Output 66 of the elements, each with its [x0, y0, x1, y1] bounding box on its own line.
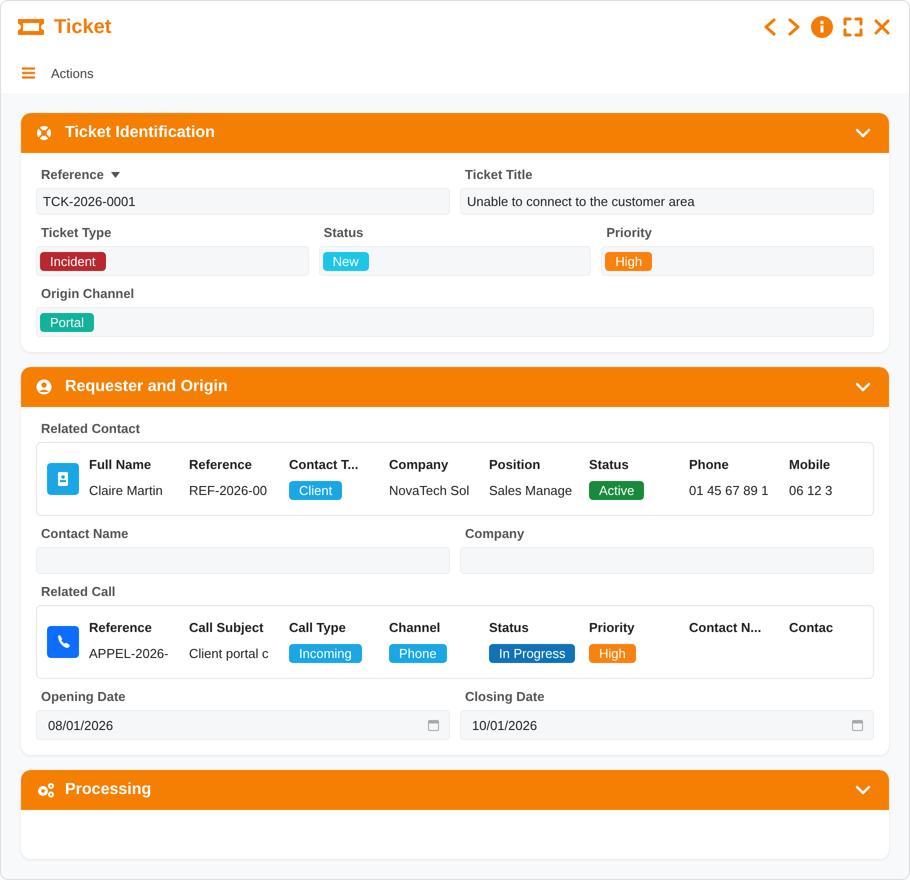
column-header: Channel — [389, 620, 442, 635]
badge: Incoming — [289, 644, 362, 662]
badge: In Progress — [489, 644, 576, 662]
caret-down-icon[interactable] — [110, 172, 120, 178]
fullscreen-icon[interactable] — [843, 17, 863, 37]
info-icon[interactable] — [811, 16, 833, 38]
cell-value: Client portal c — [189, 646, 268, 660]
field-label: Ticket Type — [41, 225, 112, 240]
column-header: Call Subject — [189, 620, 264, 635]
badge: New — [322, 252, 369, 270]
close-icon[interactable] — [873, 18, 891, 36]
field-label: Opening Date — [41, 689, 126, 704]
text-field[interactable]: TCK-2026-0001 — [36, 188, 450, 215]
field-label: Origin Channel — [41, 286, 134, 301]
column-header: Phone — [689, 457, 730, 472]
cell-value: Sales Manage — [489, 482, 572, 498]
cell-value: APPEL-2026- — [89, 646, 168, 660]
badge: Active — [589, 480, 644, 500]
column-header: Reference — [189, 457, 253, 472]
field-label: Company — [465, 526, 524, 541]
cell-value: NovaTech Sol — [389, 482, 470, 498]
field-label: Ticket Title — [465, 167, 532, 182]
ticket-icon — [16, 17, 46, 37]
cell-value: REF-2026-00 — [189, 482, 268, 498]
cell-value: 01 45 67 89 1 — [689, 482, 769, 498]
actions-menu-button[interactable]: Actions — [22, 66, 94, 80]
cell-value: Claire Martin — [89, 482, 163, 498]
column-header: Position — [489, 457, 542, 472]
phone-icon — [47, 626, 79, 658]
window-title: Ticket — [54, 16, 112, 38]
field-label: Closing Date — [465, 689, 544, 704]
cell-value: 06 12 3 — [789, 482, 832, 498]
calendar-icon[interactable] — [428, 719, 439, 731]
date-field[interactable]: 10/01/2026 — [460, 710, 874, 740]
column-header: Contact T... — [289, 457, 360, 472]
menu-icon — [22, 67, 35, 79]
select-field[interactable]: Incident — [36, 246, 309, 276]
column-header: Priority — [589, 620, 636, 635]
column-header: Reference — [89, 620, 153, 635]
field-label: Reference — [41, 167, 104, 182]
column-header: Status — [489, 620, 530, 635]
column-header: Status — [589, 457, 630, 472]
contact-card-icon — [47, 463, 79, 495]
field-label: Priority — [606, 225, 652, 240]
column-header: Mobile — [789, 457, 832, 472]
badge: Portal — [40, 312, 94, 332]
date-field[interactable]: 08/01/2026 — [36, 710, 450, 740]
column-header: Full Name — [89, 457, 152, 472]
badge: Client — [289, 480, 342, 500]
calendar-icon[interactable] — [852, 719, 863, 731]
field-label: Contact Name — [41, 526, 128, 541]
field-label: Related Contact — [41, 421, 140, 436]
previous-icon[interactable] — [763, 17, 777, 37]
column-header: Call Type — [289, 620, 347, 635]
column-header: Contac — [789, 620, 834, 635]
badge: High — [589, 644, 636, 662]
field-label: Status — [324, 225, 364, 240]
gears-icon — [36, 782, 55, 798]
badge: Phone — [389, 644, 447, 662]
column-header: Contact N... — [689, 620, 762, 635]
next-icon[interactable] — [787, 17, 801, 37]
badge: High — [605, 252, 652, 270]
column-header: Company — [389, 457, 450, 472]
text-field[interactable]: Unable to connect to the customer area — [460, 188, 874, 215]
field-label: Related Call — [41, 584, 116, 599]
badge: Incident — [40, 252, 106, 270]
